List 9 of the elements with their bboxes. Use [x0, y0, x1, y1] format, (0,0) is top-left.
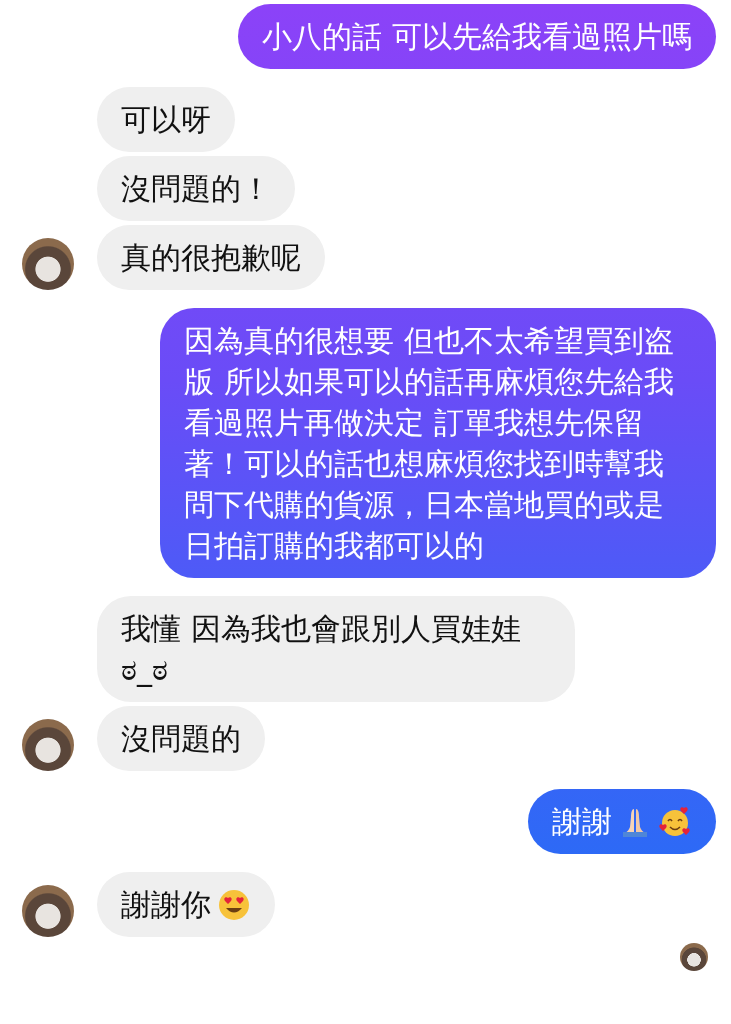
message-text: 因為真的很想要 但也不太希望買到盗版 所以如果可以的話再麻煩您先給我看過照片再做決定 訂單我想先保留著！可以的話也想麻煩您找到時幫我問下代購的貨源，日本當地買的或是日拍訂購的我都可以的	[184, 322, 675, 565]
message-text: 謝謝你	[121, 886, 211, 924]
message-text: 沒問題的	[121, 720, 241, 758]
message-text: 我懂 因為我也會跟別人買娃娃 ಠ_ಠ	[121, 610, 522, 689]
message-text: 沒問題的！	[121, 170, 271, 208]
message-text: 真的很抱歉呢	[121, 239, 301, 277]
message-text: 謝謝	[552, 803, 612, 841]
message-text: 可以呀	[121, 101, 211, 139]
message-text: 小八的話 可以先給我看過照片嗎	[262, 18, 692, 56]
